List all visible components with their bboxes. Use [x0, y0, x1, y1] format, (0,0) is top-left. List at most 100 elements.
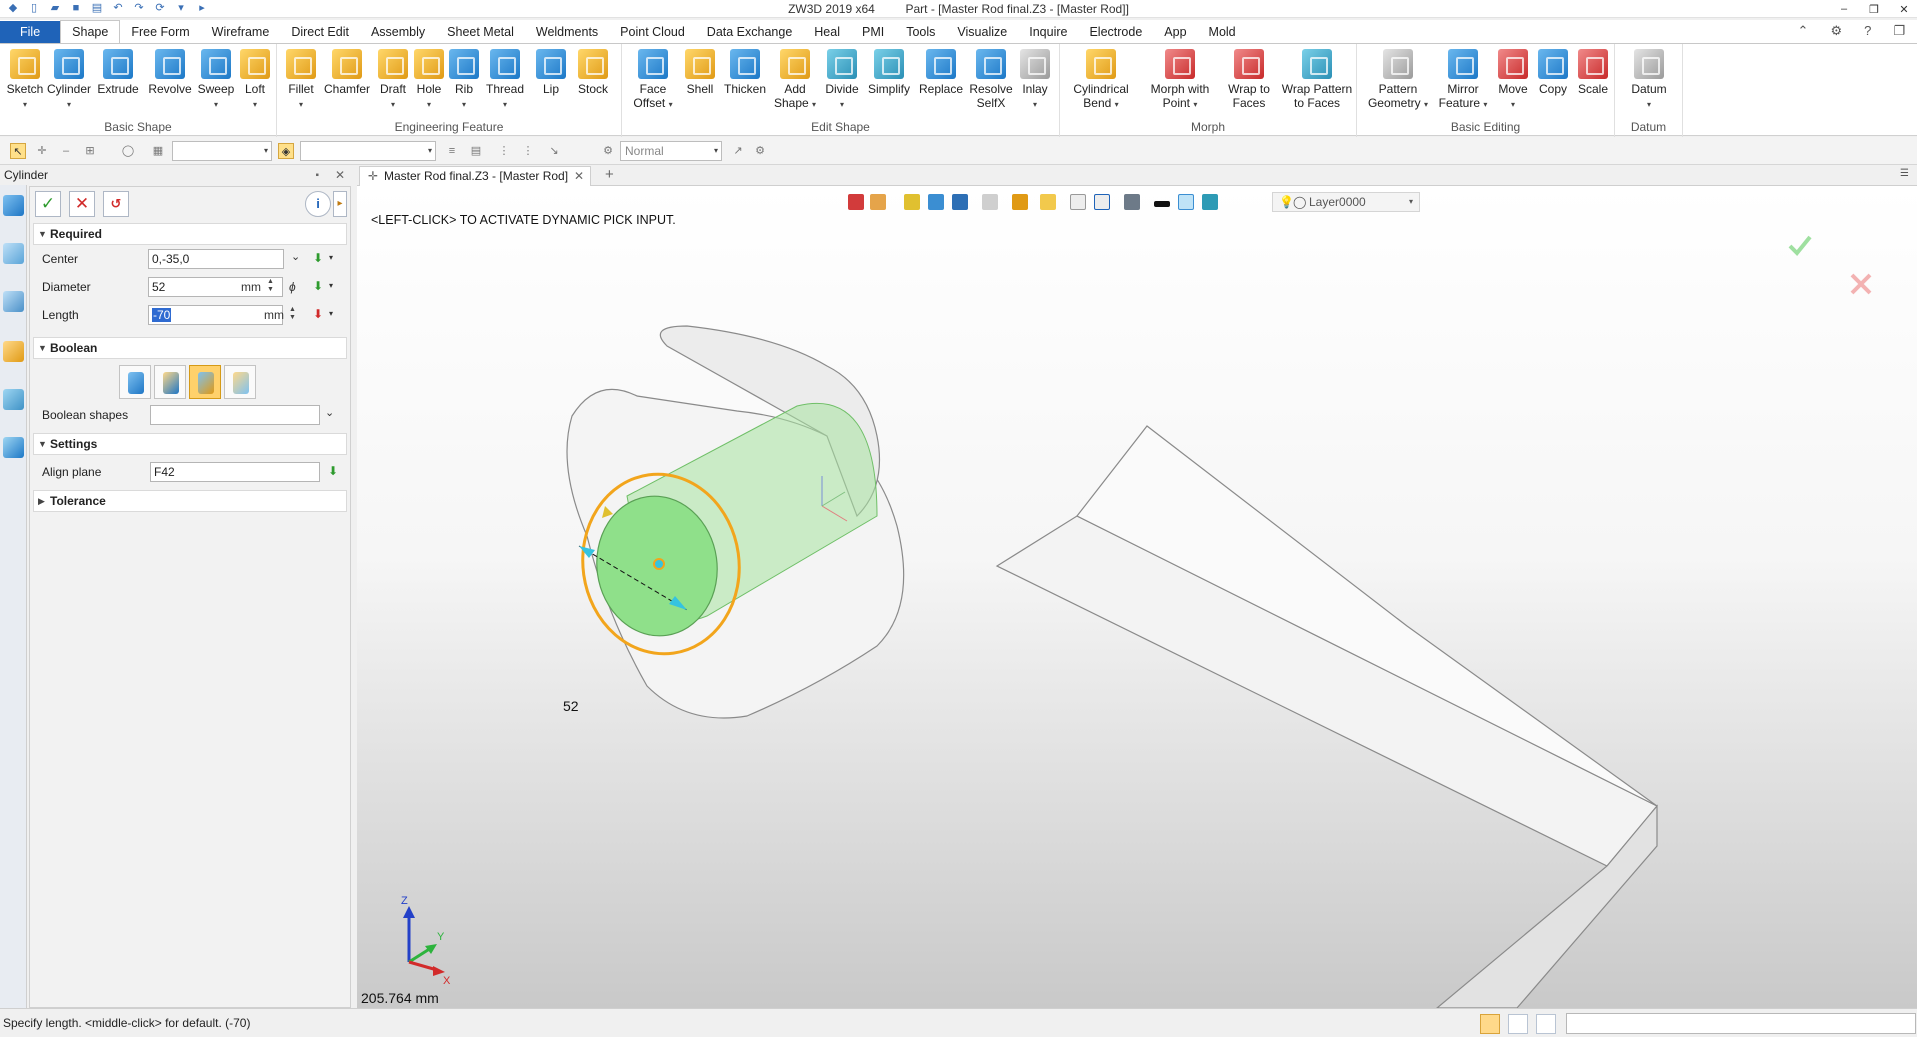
undo-view-icon[interactable]: [870, 194, 886, 210]
render-mode-combo[interactable]: Normal ▾: [620, 141, 722, 161]
status-snap-icon[interactable]: [1480, 1014, 1500, 1034]
filter-icon[interactable]: ▦: [150, 143, 166, 159]
pencil-icon[interactable]: [904, 194, 920, 210]
length-input[interactable]: -70: [148, 305, 283, 325]
ok-button[interactable]: ✓: [35, 191, 61, 217]
minus-icon[interactable]: –: [58, 143, 74, 159]
new-tab-icon[interactable]: +: [605, 166, 614, 184]
simplify-button[interactable]: Simplify: [864, 49, 914, 96]
undo-icon[interactable]: ↶: [111, 2, 125, 15]
sweep-button[interactable]: Sweep ▾: [196, 49, 236, 112]
wireframe-cube-icon[interactable]: [982, 194, 998, 210]
tab-menu-icon[interactable]: ☰: [1900, 168, 1909, 179]
dropdown-arrow-icon[interactable]: ▾: [329, 253, 333, 262]
exit-icon[interactable]: [848, 194, 864, 210]
section-boolean[interactable]: ▼ Boolean: [33, 337, 347, 359]
help-icon[interactable]: ?: [1864, 23, 1871, 39]
tab-pmi[interactable]: PMI: [851, 21, 895, 43]
view-orient-icon[interactable]: [1202, 194, 1218, 210]
section-tolerance[interactable]: ▶ Tolerance: [33, 490, 347, 512]
add-shape-button[interactable]: Add Shape ▾: [772, 49, 818, 112]
center-input[interactable]: 0,-35,0: [148, 249, 284, 269]
cancel-button[interactable]: ✕: [69, 191, 95, 217]
restore-doc-icon[interactable]: ❐: [1893, 23, 1905, 39]
add-body-icon[interactable]: [154, 365, 186, 399]
shell-button[interactable]: Shell: [682, 49, 718, 96]
dropdown-arrow-icon[interactable]: ▾: [174, 2, 188, 15]
tab-data-exchange[interactable]: Data Exchange: [696, 21, 803, 43]
boolean-shapes-input[interactable]: [150, 405, 320, 425]
sketch-button[interactable]: Sketch ▾: [5, 49, 45, 112]
pin-icon[interactable]: ▪: [315, 166, 319, 185]
shaded-cube-icon[interactable]: [1012, 194, 1028, 210]
rebuild-icon[interactable]: ⟳: [153, 2, 167, 15]
copy-button[interactable]: Copy: [1535, 49, 1571, 96]
cylinder-button[interactable]: Cylinder ▾: [47, 49, 91, 112]
resolve-selfx-button[interactable]: Resolve SelfX: [968, 49, 1014, 110]
dropdown-arrow-icon[interactable]: ▾: [329, 281, 333, 290]
tree-manager-icon[interactable]: [3, 243, 24, 264]
thread-button[interactable]: Thread ▾: [483, 49, 527, 112]
divide-button[interactable]: Divide ▾: [822, 49, 862, 112]
level-icon[interactable]: ≡: [444, 143, 460, 159]
wrap-pattern-button[interactable]: Wrap Pattern to Faces: [1280, 49, 1354, 110]
viewport-ok-icon[interactable]: [1786, 231, 1814, 259]
layer-icon[interactable]: ▤: [468, 143, 484, 159]
tab-wireframe[interactable]: Wireframe: [201, 21, 281, 43]
pick-combo[interactable]: ▾: [300, 141, 436, 161]
remove-body-icon[interactable]: [189, 365, 221, 399]
redo-icon[interactable]: ↷: [132, 2, 146, 15]
revolve-button[interactable]: Revolve: [148, 49, 192, 96]
status-list-icon[interactable]: [1536, 1014, 1556, 1034]
center-point-handle[interactable]: [653, 558, 665, 570]
draft-button[interactable]: Draft ▾: [376, 49, 410, 112]
scale-button[interactable]: Scale: [1575, 49, 1611, 96]
pick-filter-icon[interactable]: ✛: [34, 143, 50, 159]
play-icon[interactable]: ▸: [195, 2, 209, 15]
inlay-button[interactable]: Inlay ▾: [1016, 49, 1054, 112]
tab-point-cloud[interactable]: Point Cloud: [609, 21, 696, 43]
assembly-tree-icon[interactable]: [3, 291, 24, 312]
user-icon[interactable]: [3, 437, 24, 458]
loft-button[interactable]: Loft ▾: [238, 49, 272, 112]
open-folder-icon[interactable]: ▰: [48, 2, 62, 15]
part-icon[interactable]: [3, 341, 24, 362]
filter-circle-icon[interactable]: ◯: [120, 143, 136, 159]
align-plane-input[interactable]: F42: [150, 462, 320, 482]
diameter-spinner[interactable]: ▲ ▼: [267, 278, 274, 294]
tab-free-form[interactable]: Free Form: [120, 21, 200, 43]
chamfer-button[interactable]: Chamfer: [323, 49, 371, 96]
tab-sheet-metal[interactable]: Sheet Metal: [436, 21, 525, 43]
collapse-ribbon-icon[interactable]: ⌃: [1798, 23, 1809, 39]
pick-mode-icon[interactable]: ◈: [278, 143, 294, 159]
new-file-icon[interactable]: ▯: [27, 2, 41, 15]
diameter-input[interactable]: 52: [148, 277, 283, 297]
dimension-label[interactable]: 52: [563, 698, 579, 714]
tab-pin-icon[interactable]: ✛: [368, 167, 378, 185]
mirror-feature-button[interactable]: Mirror Feature ▾: [1435, 49, 1491, 112]
pattern-geometry-button[interactable]: Pattern Geometry ▾: [1365, 49, 1431, 112]
tab-app[interactable]: App: [1153, 21, 1197, 43]
intersect-body-icon[interactable]: [224, 365, 256, 399]
display-style-icon[interactable]: [1124, 194, 1140, 210]
snap-icon[interactable]: ⊞: [82, 143, 98, 159]
cursor-icon[interactable]: ↘: [546, 143, 562, 159]
tab-heal[interactable]: Heal: [803, 21, 851, 43]
select-pointer-icon[interactable]: ↖: [10, 143, 26, 159]
settings-gear-icon[interactable]: ⚙: [1830, 23, 1842, 39]
fillet-button[interactable]: Fillet ▾: [281, 49, 321, 112]
base-body-icon[interactable]: [119, 365, 151, 399]
print-icon[interactable]: ▤: [90, 2, 104, 15]
minimize-icon[interactable]: –: [1837, 3, 1851, 15]
pick-diameter-icon[interactable]: ⬇: [311, 279, 325, 293]
apply-button[interactable]: ↺: [103, 191, 129, 217]
rib-button[interactable]: Rib ▾: [449, 49, 479, 112]
tab-tools[interactable]: Tools: [895, 21, 946, 43]
arrow-tool-icon[interactable]: ↗: [730, 143, 746, 159]
section-view-icon[interactable]: [1094, 194, 1110, 210]
replace-button[interactable]: Replace: [916, 49, 966, 96]
save-icon[interactable]: ■: [69, 2, 83, 15]
tab-mold[interactable]: Mold: [1198, 21, 1247, 43]
box-icon[interactable]: [952, 194, 968, 210]
chevron-down-icon[interactable]: ⌄: [325, 406, 334, 419]
